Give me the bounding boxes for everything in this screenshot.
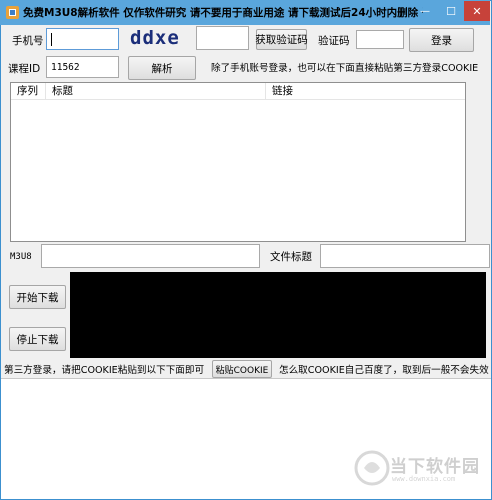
cookie-login-hint: 除了手机账号登录，也可以在下面直接粘贴第三方登录COOKIE — [211, 63, 479, 74]
course-id-input[interactable]: 11562 — [46, 56, 119, 78]
login-button[interactable]: 登录 — [409, 28, 474, 52]
title-bar: 免费M3U8解析软件 仅作软件研究 请不要用于商业用途 请下载测试后24小时内删… — [0, 0, 490, 25]
course-id-label: 课程ID — [8, 63, 41, 75]
stop-download-button[interactable]: 停止下载 — [9, 327, 66, 351]
app-icon — [6, 6, 19, 19]
minimize-button[interactable]: — — [412, 1, 438, 21]
paste-cookie-button[interactable]: 粘贴COOKIE — [212, 360, 272, 378]
maximize-button[interactable]: ☐ — [438, 1, 464, 21]
code-label: 验证码 — [318, 35, 350, 47]
column-header-link[interactable]: 链接 — [266, 83, 465, 100]
code-input[interactable] — [356, 30, 404, 49]
minimize-icon: — — [420, 5, 430, 17]
result-list[interactable]: 序列 标题 链接 — [10, 82, 466, 242]
window-title: 免费M3U8解析软件 仅作软件研究 请不要用于商业用途 请下载测试后24小时内删… — [23, 7, 423, 19]
watermark-text: 当下软件园 — [390, 457, 480, 477]
file-title-label: 文件标题 — [270, 251, 312, 263]
captcha-input[interactable] — [196, 26, 249, 50]
m3u8-label: M3U8 — [10, 252, 32, 262]
phone-label: 手机号 — [12, 35, 44, 47]
log-output[interactable] — [70, 272, 486, 358]
column-header-title[interactable]: 标题 — [46, 83, 266, 100]
close-button[interactable]: ✕ — [464, 1, 490, 21]
cookie-paste-hint: 第三方登录，请把COOKIE粘贴到以下下面即可 — [4, 365, 205, 376]
maximize-icon: ☐ — [446, 4, 456, 18]
column-header-index[interactable]: 序列 — [11, 83, 46, 100]
list-header: 序列 标题 链接 — [11, 83, 465, 100]
get-code-button[interactable]: 获取验证码 — [255, 29, 308, 50]
text-caret — [51, 32, 52, 46]
start-download-button[interactable]: 开始下载 — [9, 285, 66, 309]
watermark-url: www.downxia.com — [392, 475, 456, 483]
parse-button[interactable]: 解析 — [128, 56, 196, 80]
captcha-image[interactable]: ddxe — [130, 28, 182, 48]
cookie-help-hint: 怎么取COOKIE自己百度了，取到后一般不会失效 — [279, 365, 489, 376]
file-title-input[interactable] — [320, 244, 490, 268]
m3u8-input[interactable] — [41, 244, 260, 268]
phone-input[interactable] — [46, 28, 119, 50]
watermark-logo-icon — [354, 450, 390, 486]
close-icon: ✕ — [472, 4, 482, 18]
